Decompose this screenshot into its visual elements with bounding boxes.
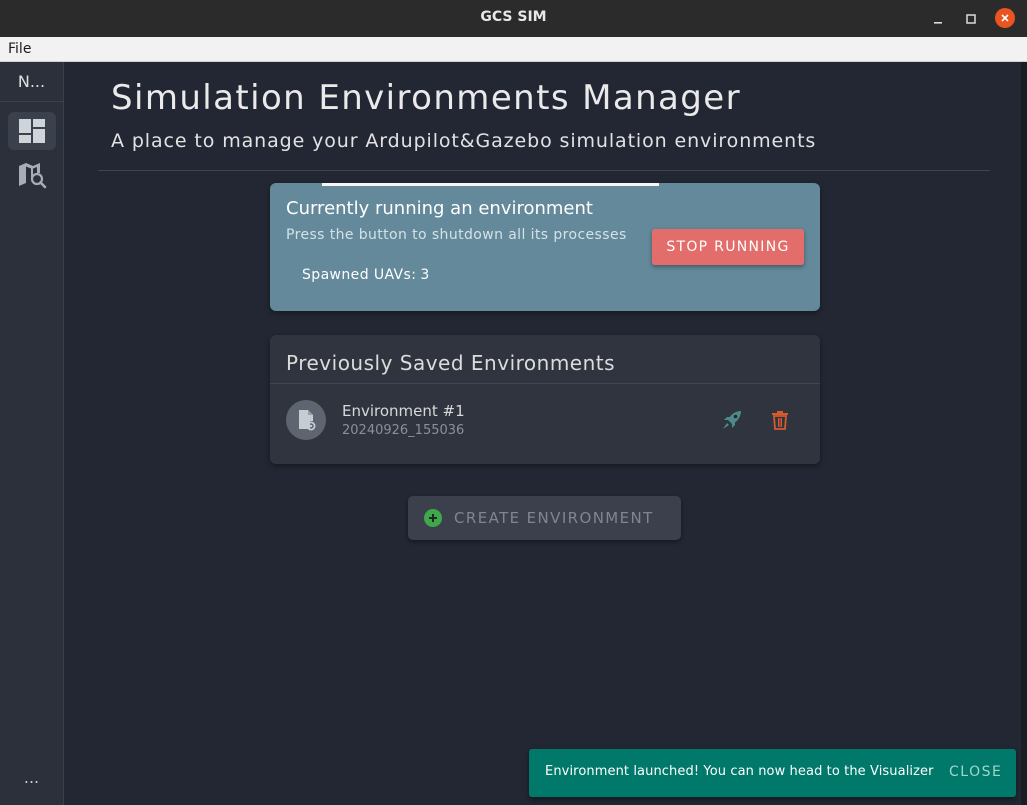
loading-progress-bar [322,183,659,186]
minimize-icon [934,22,942,24]
running-card-description: Press the button to shutdown all its pro… [286,227,627,243]
file-settings-icon [299,410,316,431]
delete-environment-button[interactable] [768,408,792,432]
notification-snackbar: Environment launched! You can now head t… [529,749,1016,797]
stop-running-button[interactable]: STOP RUNNING [652,229,804,265]
environment-name: Environment #1 [342,402,465,420]
minimize-button[interactable] [927,8,949,30]
window-close-button[interactable] [995,8,1015,28]
snackbar-close-button[interactable]: CLOSE [949,764,1002,780]
plus-circle-icon [424,509,442,527]
snackbar-message: Environment launched! You can now head t… [545,764,934,779]
list-item[interactable]: Environment #1 20240926_155036 [270,384,820,456]
trash-icon [772,411,788,430]
create-environment-button[interactable]: CREATE ENVIRONMENT [408,496,681,540]
running-card-title: Currently running an environment [286,198,593,219]
environment-date: 20240926_155036 [342,423,465,438]
rail-item-dashboard[interactable] [8,112,56,150]
running-environment-card: Currently running an environment Press t… [270,183,820,311]
window-title: GCS SIM [480,9,547,25]
dashboard-icon [19,119,45,143]
spawned-uavs-value: 3 [420,267,430,283]
saved-environments-title: Previously Saved Environments [286,351,616,375]
header-divider [98,170,990,171]
rail-item-map-search[interactable] [8,156,56,194]
close-icon [1001,14,1009,22]
map-search-icon [19,163,47,189]
maximize-button[interactable] [960,8,982,30]
navigation-rail: N... ... [0,62,64,805]
spawned-uavs-count: Spawned UAVs: 3 [302,267,430,283]
main-content: Simulation Environments Manager A place … [65,62,1021,805]
menu-file[interactable]: File [8,41,31,57]
page-subtitle: A place to manage your Ardupilot&Gazebo … [111,130,817,152]
page-title: Simulation Environments Manager [111,78,741,118]
menubar: File [0,37,1027,62]
window-edge [1021,62,1027,805]
window-titlebar: GCS SIM [0,0,1027,37]
rail-header[interactable]: N... [0,62,63,102]
saved-environments-card: Previously Saved Environments Environmen… [270,335,820,464]
environment-avatar [286,400,326,440]
spawned-uavs-label: Spawned UAVs: [302,267,417,283]
rail-more-button[interactable]: ... [0,768,63,787]
maximize-icon [966,14,976,24]
rocket-icon [723,411,741,429]
launch-environment-button[interactable] [720,408,744,432]
create-environment-label: CREATE ENVIRONMENT [454,509,654,527]
